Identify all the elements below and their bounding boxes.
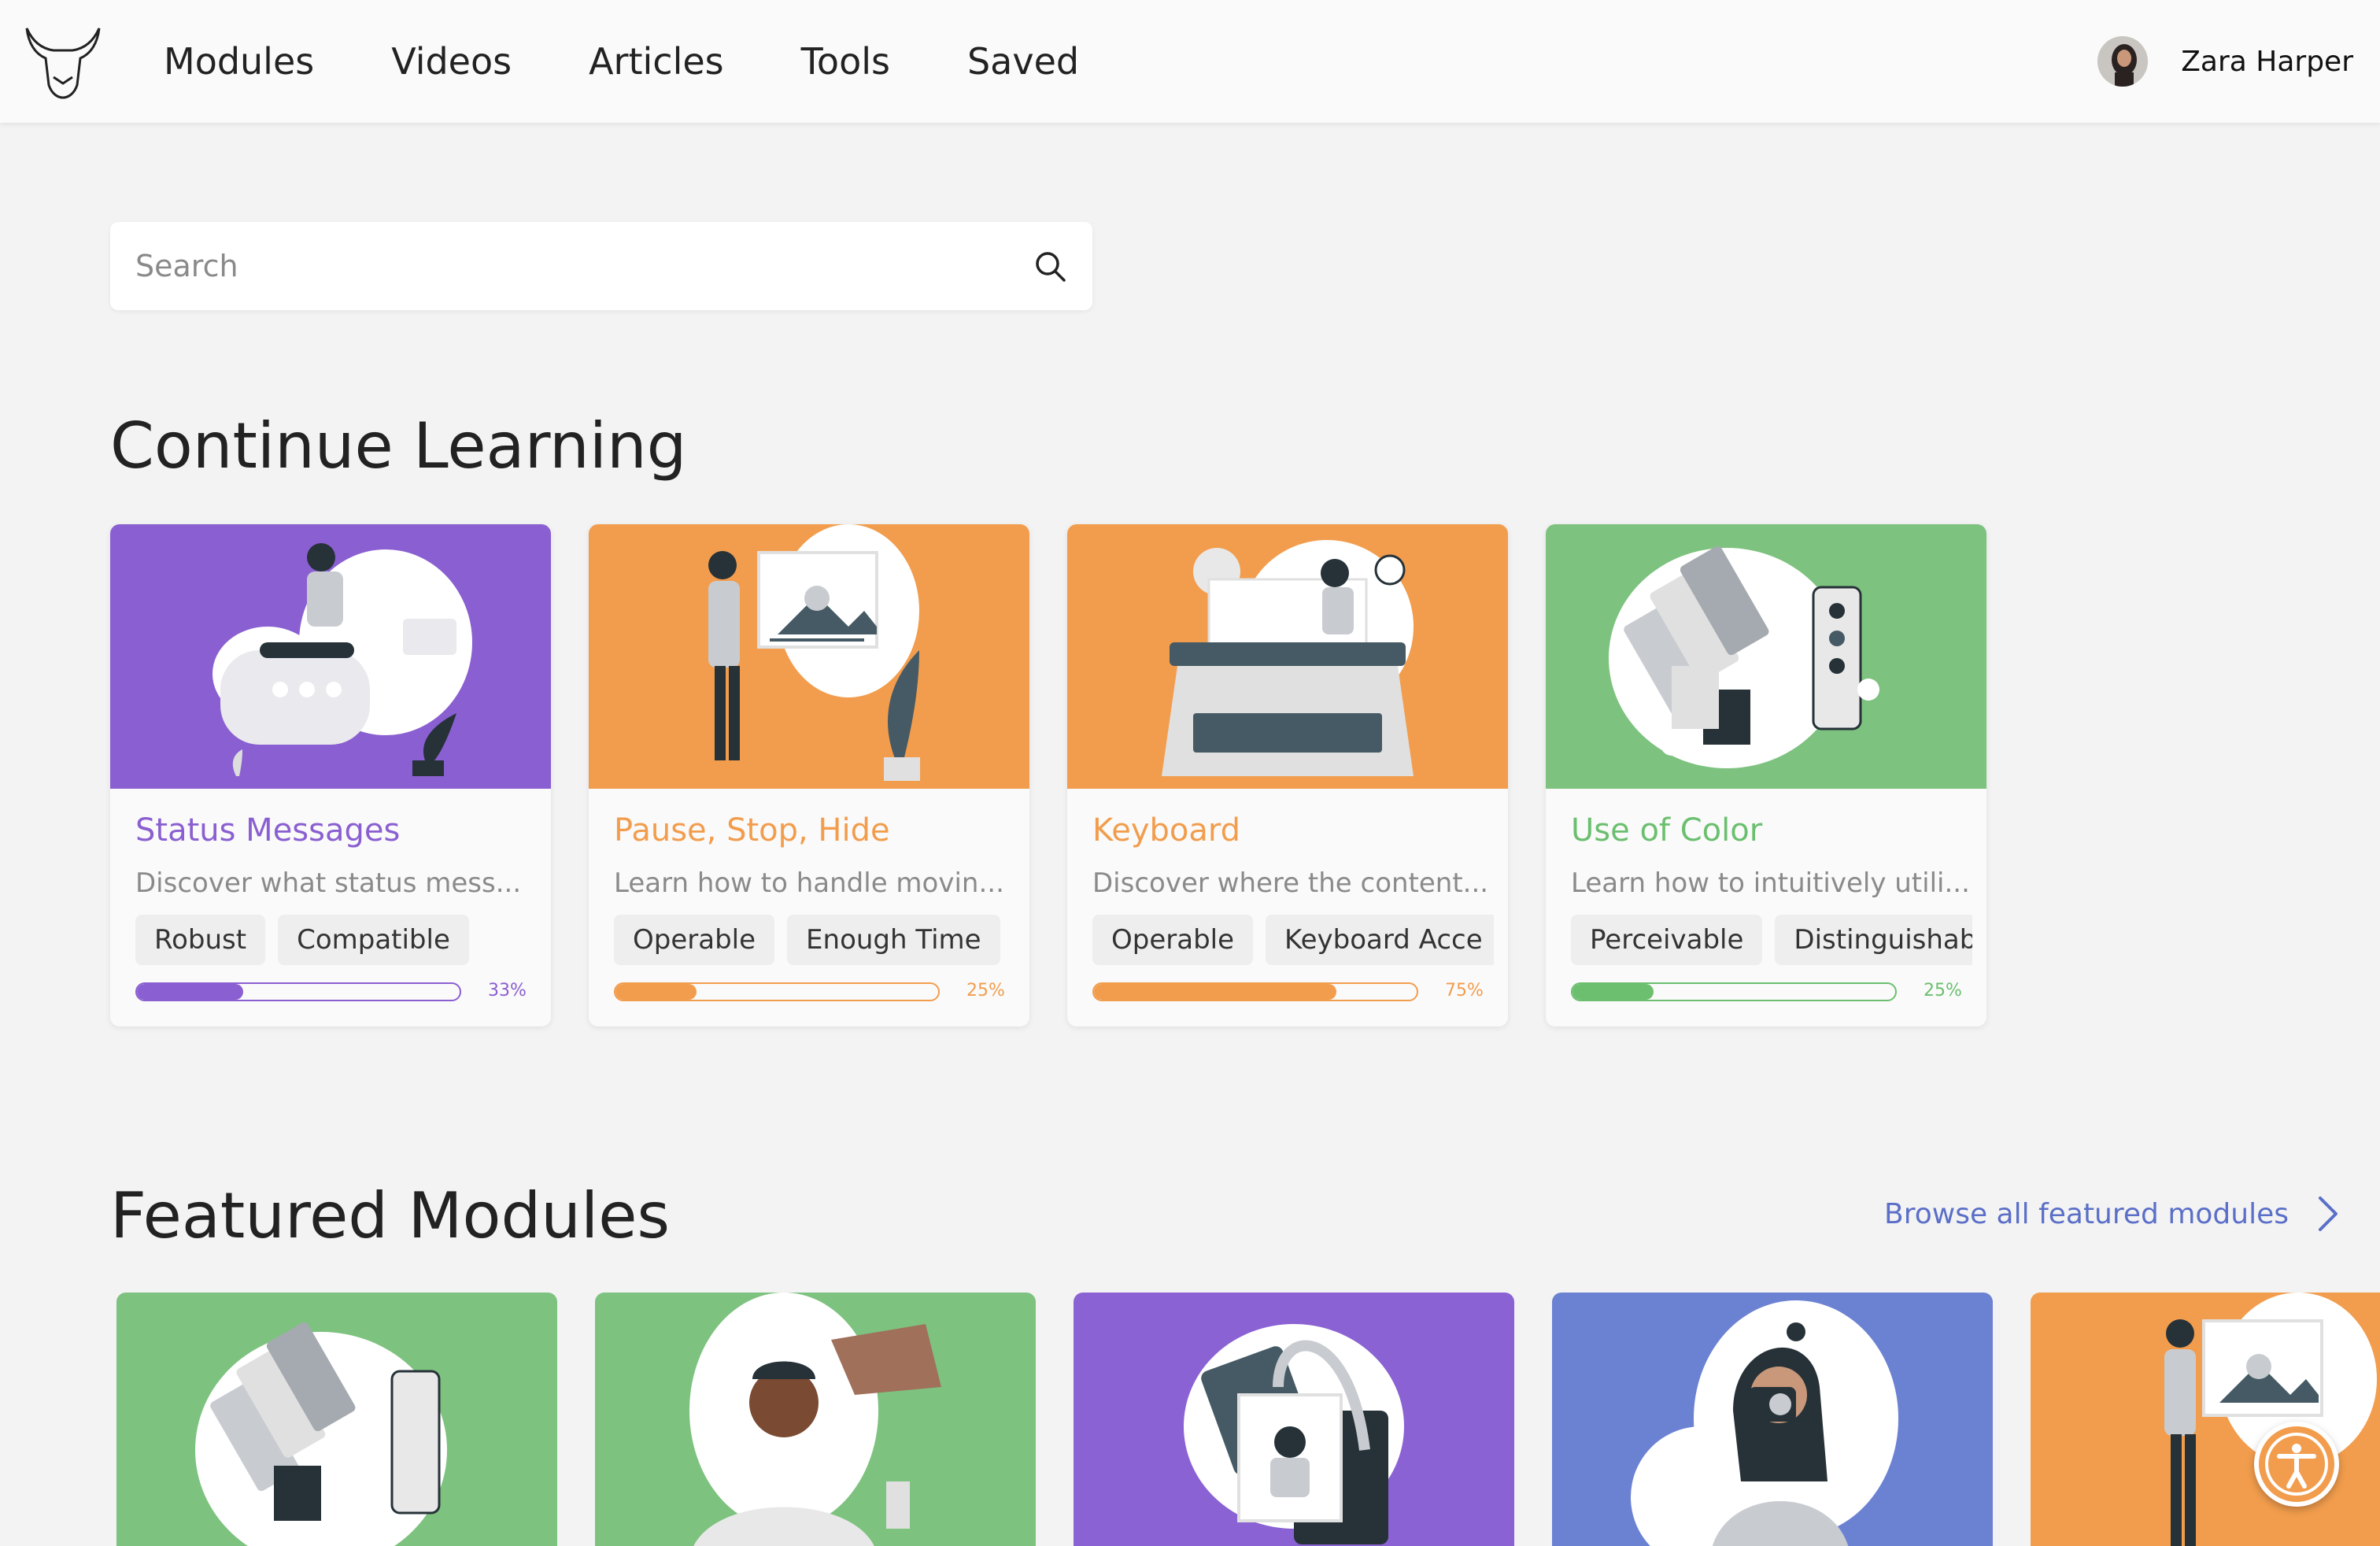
search-box — [110, 222, 1092, 310]
progress-bar — [614, 982, 940, 1001]
progress-percent: 25% — [1924, 981, 1962, 1000]
nav-articles[interactable]: Articles — [589, 40, 724, 83]
course-card-keyboard[interactable]: Keyboard Discover where the content... O… — [1067, 524, 1508, 1026]
featured-illustration — [116, 1293, 557, 1546]
browse-all-featured-link[interactable]: Browse all featured modules — [1884, 1195, 2339, 1233]
progress-fill — [137, 984, 244, 1000]
featured-card-use-of-color[interactable] — [116, 1293, 557, 1546]
nav-videos[interactable]: Videos — [391, 40, 512, 83]
accessibility-button[interactable] — [2254, 1422, 2339, 1507]
main-nav: Modules Videos Articles Tools Saved — [164, 0, 1156, 123]
card-tags: Robust Compatible — [135, 915, 537, 967]
avatar[interactable] — [2097, 36, 2149, 87]
featured-card-3[interactable] — [1074, 1293, 1514, 1546]
featured-illustration — [2031, 1293, 2380, 1546]
card-illustration — [589, 524, 1029, 789]
progress-bar — [1092, 982, 1418, 1001]
nav-saved[interactable]: Saved — [967, 40, 1079, 83]
card-illustration — [1067, 524, 1508, 789]
bull-logo-icon[interactable] — [22, 22, 104, 101]
featured-illustration — [1552, 1293, 1993, 1546]
tag[interactable]: Distinguishab — [1775, 915, 1972, 965]
chevron-right-icon — [2319, 1196, 2338, 1231]
card-description: Discover where the content... — [1092, 867, 1489, 899]
card-description: Learn how to handle movin... — [614, 867, 1004, 899]
progress-percent: 33% — [488, 981, 527, 1000]
user-menu[interactable]: Zara Harper — [2097, 0, 2353, 123]
browse-all-label: Browse all featured modules — [1884, 1197, 2289, 1230]
progress-percent: 25% — [966, 981, 1005, 1000]
tag[interactable]: Operable — [614, 915, 775, 965]
featured-illustration — [1074, 1293, 1514, 1546]
card-title[interactable]: Pause, Stop, Hide — [614, 812, 890, 849]
progress-percent: 75% — [1445, 981, 1484, 1000]
featured-modules-title: Featured Modules — [110, 1179, 671, 1252]
featured-card-5[interactable] — [2031, 1293, 2380, 1546]
featured-illustration — [595, 1293, 1036, 1546]
card-tags: Operable Enough Time — [614, 915, 1015, 967]
course-card-status-messages[interactable]: Status Messages Discover what status mes… — [110, 524, 551, 1026]
tag[interactable]: Operable — [1092, 915, 1254, 965]
search-icon[interactable] — [1033, 249, 1067, 283]
course-card-use-of-color[interactable]: Use of Color Learn how to intuitively ut… — [1546, 524, 1986, 1026]
search-input[interactable] — [135, 222, 1001, 310]
tag[interactable]: Compatible — [278, 915, 469, 965]
card-title[interactable]: Keyboard — [1092, 812, 1240, 849]
progress-fill — [1094, 984, 1336, 1000]
card-tags: Perceivable Distinguishab — [1571, 915, 1972, 967]
card-illustration — [110, 524, 551, 789]
tag[interactable]: Keyboard Acce — [1266, 915, 1494, 965]
card-tags: Operable Keyboard Acce — [1092, 915, 1494, 967]
nav-tools[interactable]: Tools — [801, 40, 890, 83]
course-card-pause-stop-hide[interactable]: Pause, Stop, Hide Learn how to handle mo… — [589, 524, 1029, 1026]
progress-bar — [1571, 982, 1897, 1001]
card-illustration — [1546, 524, 1986, 789]
featured-card-2[interactable] — [595, 1293, 1036, 1546]
accessibility-icon — [2265, 1433, 2328, 1496]
continue-learning-title: Continue Learning — [110, 409, 687, 483]
progress-bar — [135, 982, 461, 1001]
tag[interactable]: Perceivable — [1571, 915, 1763, 965]
card-description: Learn how to intuitively utili... — [1571, 867, 1970, 899]
card-title[interactable]: Status Messages — [135, 812, 400, 849]
card-title[interactable]: Use of Color — [1571, 812, 1762, 849]
progress-fill — [1572, 984, 1654, 1000]
user-name: Zara Harper — [2181, 45, 2353, 78]
nav-modules[interactable]: Modules — [164, 40, 314, 83]
card-description: Discover what status mess... — [135, 867, 522, 899]
progress-fill — [615, 984, 697, 1000]
top-bar: Modules Videos Articles Tools Saved Zara… — [0, 0, 2380, 123]
tag[interactable]: Robust — [135, 915, 266, 965]
featured-card-4[interactable] — [1552, 1293, 1993, 1546]
tag[interactable]: Enough Time — [787, 915, 1000, 965]
